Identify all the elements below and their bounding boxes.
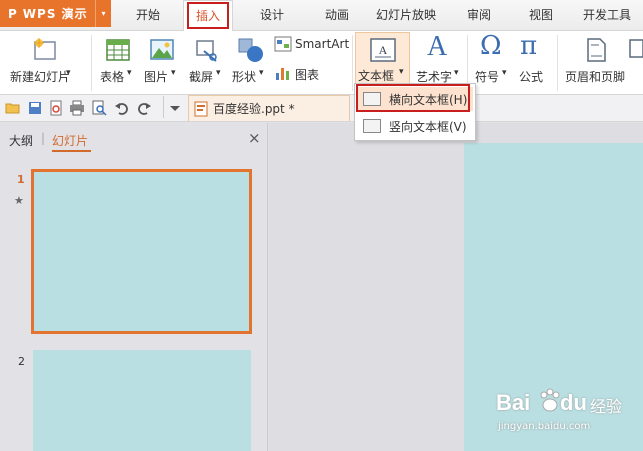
tab-home[interactable]: 开始 <box>124 0 172 31</box>
symbol-button[interactable]: Ω 符号 ▾ <box>472 31 512 91</box>
ppt-file-icon <box>194 101 208 116</box>
slide-number: 1 <box>17 173 25 186</box>
watermark-brand-suffix: du <box>560 390 587 415</box>
textbox-icon: A <box>370 38 396 62</box>
table-button[interactable]: 表格 ▾ <box>99 33 139 91</box>
document-title: 百度经验.ppt * <box>213 102 295 116</box>
header-footer-icon <box>587 38 606 62</box>
wordart-icon: A <box>427 31 448 62</box>
wps-logo-icon: P <box>8 6 17 21</box>
screenshot-icon <box>196 40 217 62</box>
tab-design[interactable]: 设计 <box>247 0 297 31</box>
export-pdf-icon[interactable] <box>48 100 64 116</box>
svg-text:A: A <box>379 43 388 57</box>
vertical-textbox-label: 竖向文本框(V) <box>389 119 467 134</box>
ribbon-separator <box>557 35 558 91</box>
ribbon-separator <box>352 35 353 91</box>
equation-label: 公式 <box>519 70 544 84</box>
print-preview-icon[interactable] <box>91 100 107 116</box>
tab-bar: P WPS 演示 ▾ 开始 插入 设计 动画 幻灯片放映 审阅 视图 开发工具 <box>0 0 643 32</box>
watermark-brand: Bai <box>496 390 531 415</box>
more-ribbon-icon[interactable] <box>628 39 643 59</box>
shapes-label: 形状 <box>232 70 257 84</box>
ribbon: 新建幻灯片 ▾ 表格 ▾ 图片 ▾ 截屏 ▾ 形状 ▾ SmartArt 图表 … <box>0 31 643 95</box>
horizontal-textbox-item[interactable]: 横向文本框(H) <box>357 87 473 111</box>
close-panel-icon[interactable]: × <box>248 129 261 147</box>
tab-view[interactable]: 视图 <box>518 0 564 31</box>
horizontal-textbox-icon <box>363 92 381 106</box>
watermark-cn: 经验 <box>590 397 623 416</box>
slide-panel: 大纲 | 幻灯片 × 1 ★ 2 <box>0 123 268 451</box>
picture-button[interactable]: 图片 ▾ <box>143 33 183 91</box>
app-menu-arrow-icon[interactable]: ▾ <box>95 0 111 27</box>
header-footer-button[interactable]: 页眉和页脚 <box>563 33 627 91</box>
undo-icon[interactable] <box>114 100 130 116</box>
open-folder-icon[interactable] <box>5 100 21 116</box>
textbox-arrow-icon[interactable]: ▾ <box>399 67 404 77</box>
textbox-dropdown-menu: 横向文本框(H) 竖向文本框(V) <box>354 83 476 141</box>
screenshot-arrow-icon[interactable]: ▾ <box>216 68 221 78</box>
table-arrow-icon[interactable]: ▾ <box>127 68 132 78</box>
save-icon[interactable] <box>27 100 43 116</box>
smartart-icon <box>274 36 292 52</box>
smartart-button[interactable]: SmartArt <box>274 35 350 55</box>
wordart-arrow-icon[interactable]: ▾ <box>454 68 459 78</box>
paw-icon <box>540 388 560 412</box>
symbol-label: 符号 <box>475 70 500 84</box>
app-title: WPS 演示 <box>22 7 88 21</box>
picture-label: 图片 <box>144 70 169 84</box>
pi-icon: π <box>520 31 538 61</box>
chart-label: 图表 <box>295 68 320 82</box>
new-slide-arrow-icon[interactable]: ▾ <box>66 68 71 78</box>
new-slide-button[interactable]: 新建幻灯片 ▾ <box>6 33 76 91</box>
tab-slides[interactable]: 幻灯片 <box>52 132 88 149</box>
watermark-url: jingyan.baidu.com <box>498 421 591 432</box>
redo-icon[interactable] <box>136 100 152 116</box>
baidu-jingyan-watermark: Bai du 经验 jingyan.baidu.com <box>496 384 636 444</box>
tab-outline[interactable]: 大纲 <box>9 132 33 149</box>
tab-review[interactable]: 审阅 <box>456 0 502 31</box>
chart-button[interactable]: 图表 <box>274 64 324 84</box>
tab-insert[interactable]: 插入 <box>183 0 233 32</box>
slide-thumbnail-1[interactable] <box>31 169 252 334</box>
quick-access-bar: 百度经验.ppt * <box>0 95 643 122</box>
new-slide-label: 新建幻灯片 <box>10 70 71 84</box>
textbox-label: 文本框 <box>358 69 395 83</box>
document-tab[interactable]: 百度经验.ppt * <box>188 95 350 121</box>
panel-tabs: 大纲 | 幻灯片 × <box>0 123 268 153</box>
picture-icon <box>150 39 174 60</box>
vertical-textbox-item[interactable]: 竖向文本框(V) <box>357 114 473 138</box>
star-icon: ★ <box>14 194 24 207</box>
header-footer-label: 页眉和页脚 <box>565 70 626 84</box>
new-slide-icon <box>34 38 56 60</box>
vertical-textbox-icon <box>363 119 381 133</box>
omega-icon: Ω <box>480 31 502 61</box>
app-menu-button[interactable]: P WPS 演示 ▾ <box>0 0 111 27</box>
slide-number: 2 <box>18 355 25 368</box>
tab-animation[interactable]: 动画 <box>312 0 362 31</box>
table-label: 表格 <box>100 70 125 84</box>
tab-slideshow[interactable]: 幻灯片放映 <box>370 0 442 31</box>
slide-thumbnail-2[interactable] <box>33 350 251 451</box>
chart-icon <box>276 68 289 80</box>
print-icon[interactable] <box>69 100 85 116</box>
panel-tab-separator: | <box>41 131 46 145</box>
smartart-label: SmartArt <box>295 37 350 51</box>
tab-developer[interactable]: 开发工具 <box>576 0 638 31</box>
screenshot-label: 截屏 <box>189 70 214 84</box>
equation-button[interactable]: π 公式 <box>516 31 550 91</box>
shapes-arrow-icon[interactable]: ▾ <box>259 68 264 78</box>
horizontal-textbox-label: 横向文本框(H) <box>389 92 468 107</box>
customize-dropdown-icon[interactable] <box>167 100 183 116</box>
active-tab-underline <box>52 150 91 152</box>
ribbon-separator <box>91 35 92 91</box>
qbar-separator <box>163 96 164 118</box>
table-icon <box>106 39 130 61</box>
screenshot-button[interactable]: 截屏 ▾ <box>188 33 228 91</box>
shapes-button[interactable]: 形状 ▾ <box>231 33 271 91</box>
shapes-icon <box>238 38 263 62</box>
picture-arrow-icon[interactable]: ▾ <box>171 68 176 78</box>
symbol-arrow-icon[interactable]: ▾ <box>502 68 507 78</box>
